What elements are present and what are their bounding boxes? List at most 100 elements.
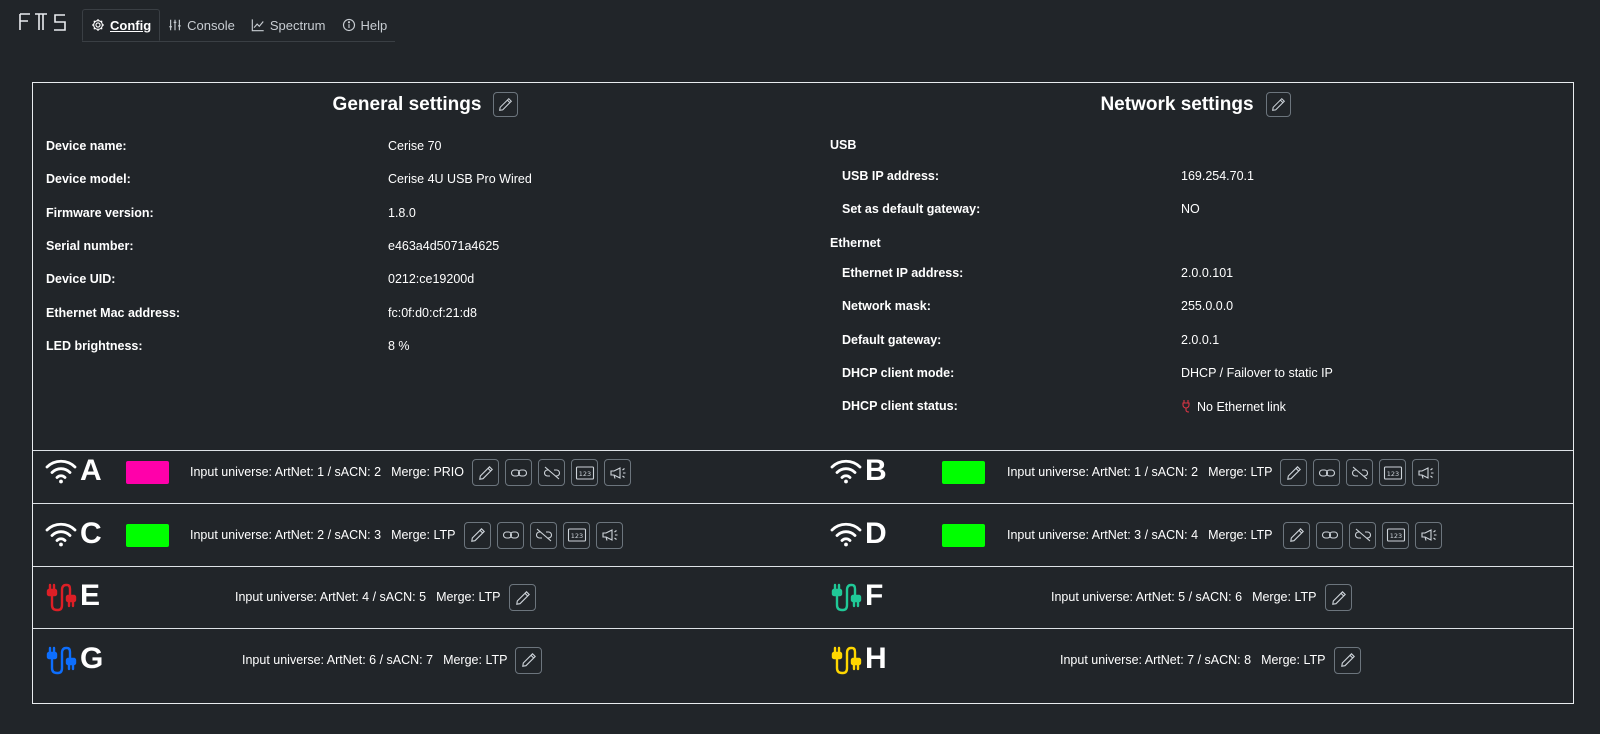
universe-merge: Merge: LTP xyxy=(1208,465,1273,479)
tab-spectrum[interactable]: Spectrum xyxy=(243,9,334,41)
network-row: DHCP client mode: xyxy=(842,363,954,383)
universe-info: Input universe: ArtNet: 7 / sACN: 8 Merge… xyxy=(1060,653,1325,667)
megaphone-icon xyxy=(601,527,619,543)
network-row-label: USB IP address: xyxy=(842,169,940,183)
unlink-universe-button[interactable] xyxy=(538,459,565,486)
edit-universe-button[interactable] xyxy=(509,584,536,611)
cable-icon xyxy=(829,582,863,612)
universe-input: Input universe: ArtNet: 3 / sACN: 4 xyxy=(1007,527,1199,542)
network-row-value: NO xyxy=(1181,202,1200,217)
universe-input: Input universe: ArtNet: 6 / sACN: 7 xyxy=(242,652,434,667)
identify-button[interactable] xyxy=(604,459,631,486)
universe-info: Input universe: ArtNet: 2 / sACN: 3 Merge… xyxy=(190,528,455,542)
general-settings: General settings Device name: Cerise 70 De… xyxy=(33,83,818,450)
svg-text:123: 123 xyxy=(1389,532,1401,540)
universe-input: Input universe: ArtNet: 4 / sACN: 5 xyxy=(235,590,427,604)
universe-merge: Merge: LTP xyxy=(443,652,508,667)
general-row: Serial number: xyxy=(46,236,134,256)
pencil-icon xyxy=(515,590,531,606)
general-row-value: Cerise 70 xyxy=(388,139,442,153)
cable-icon xyxy=(44,645,78,675)
network-settings-header: Network settings xyxy=(818,92,1573,117)
unlink-icon xyxy=(1354,527,1372,543)
universe-c: C Input universe: ArtNet: 2 / sACN: 3 Merg… xyxy=(33,504,818,566)
identify-button[interactable] xyxy=(1412,459,1439,486)
edit-universe-button[interactable] xyxy=(1280,459,1307,486)
universe-actions xyxy=(1325,584,1352,611)
identify-button[interactable] xyxy=(596,521,623,549)
info-icon xyxy=(342,18,356,32)
edit-universe-button[interactable] xyxy=(472,459,499,486)
universe-letter: B xyxy=(865,454,887,487)
network-row: Ethernet IP address: xyxy=(842,263,963,283)
cable-icon xyxy=(44,582,78,612)
network-row-value: 2.0.0.1 xyxy=(1181,332,1220,347)
tab-config[interactable]: Config xyxy=(82,9,161,41)
edit-universe-button[interactable] xyxy=(1325,584,1352,611)
edit-network-settings-button[interactable] xyxy=(1265,92,1291,117)
dmx-values-button[interactable]: 123 xyxy=(1382,521,1409,549)
universe-color-swatch[interactable] xyxy=(126,523,169,547)
megaphone-icon xyxy=(1420,527,1438,543)
top-navbar: Config Console Spectrum Help xyxy=(0,0,1600,44)
link-universe-button[interactable] xyxy=(505,459,532,486)
link-universe-button[interactable] xyxy=(1316,521,1343,549)
edit-general-settings-button[interactable] xyxy=(493,92,519,117)
universe-a: A Input universe: ArtNet: 1 / sACN: 2 Merg… xyxy=(33,441,818,503)
dmx-values-button[interactable]: 123 xyxy=(1379,459,1406,486)
network-row: Network mask: xyxy=(842,296,931,316)
network-row-value: 255.0.0.0 xyxy=(1181,299,1234,314)
gear-icon xyxy=(91,18,105,32)
settings-section: General settings Device name: Cerise 70 De… xyxy=(33,83,1573,451)
svg-text:123: 123 xyxy=(570,532,582,540)
main-tabs: Config Console Spectrum Help xyxy=(82,9,396,42)
universe-letter: H xyxy=(865,641,887,675)
unplugged-icon xyxy=(1181,399,1193,416)
identify-button[interactable] xyxy=(1415,521,1442,549)
edit-universe-button[interactable] xyxy=(464,521,491,549)
edit-universe-button[interactable] xyxy=(1334,646,1361,674)
pencil-icon xyxy=(478,465,494,481)
universe-color-swatch[interactable] xyxy=(942,461,985,484)
network-row: DHCP client status: xyxy=(842,396,958,416)
unlink-universe-button[interactable] xyxy=(530,521,557,549)
universe-letter: F xyxy=(865,579,884,612)
dmx-values-button[interactable]: 123 xyxy=(571,459,598,486)
dmx-values-button[interactable]: 123 xyxy=(563,521,590,549)
universe-info: Input universe: ArtNet: 4 / sACN: 5 Merge… xyxy=(235,590,500,604)
universe-info: Input universe: ArtNet: 1 / sACN: 2 Merge… xyxy=(1007,465,1272,479)
pencil-icon xyxy=(1340,652,1356,668)
unlink-universe-button[interactable] xyxy=(1349,521,1376,549)
link-icon xyxy=(510,465,528,481)
universe-actions: 123 xyxy=(464,521,623,549)
network-row-label: Default gateway: xyxy=(842,332,942,347)
network-row-label: DHCP client status: xyxy=(842,399,958,414)
pencil-icon xyxy=(1286,465,1302,481)
link-universe-button[interactable] xyxy=(1313,459,1340,486)
edit-universe-button[interactable] xyxy=(515,646,542,674)
tab-help[interactable]: Help xyxy=(334,9,396,41)
config-panel: General settings Device name: Cerise 70 De… xyxy=(32,82,1574,704)
general-row: LED brightness: xyxy=(46,336,143,356)
network-row-label: DHCP client mode: xyxy=(842,365,955,380)
general-row-label: Device UID: xyxy=(46,272,116,287)
universe-color-swatch[interactable] xyxy=(126,461,169,484)
megaphone-icon xyxy=(609,465,627,481)
tab-console[interactable]: Console xyxy=(160,9,243,41)
general-row: Firmware version: xyxy=(46,203,154,223)
fts-logo[interactable] xyxy=(18,11,70,33)
universe-input: Input universe: ArtNet: 7 / sACN: 8 xyxy=(1060,652,1252,667)
network-settings: Network settings USB Ethernet USB IP add… xyxy=(818,83,1573,450)
wifi-icon xyxy=(44,520,78,550)
universe-actions: 123 xyxy=(1280,459,1439,486)
link-universe-button[interactable] xyxy=(497,521,524,549)
universe-info: Input universe: ArtNet: 3 / sACN: 4 Merge… xyxy=(1007,528,1272,542)
universe-letter: A xyxy=(80,454,102,487)
edit-universe-button[interactable] xyxy=(1283,521,1310,549)
unlink-universe-button[interactable] xyxy=(1346,459,1373,486)
cable-icon xyxy=(829,645,863,675)
tab-help-label: Help xyxy=(360,17,388,33)
general-row: Device model: xyxy=(46,169,131,189)
universe-color-swatch[interactable] xyxy=(942,523,985,547)
universe-input: Input universe: ArtNet: 1 / sACN: 2 xyxy=(1007,465,1199,479)
